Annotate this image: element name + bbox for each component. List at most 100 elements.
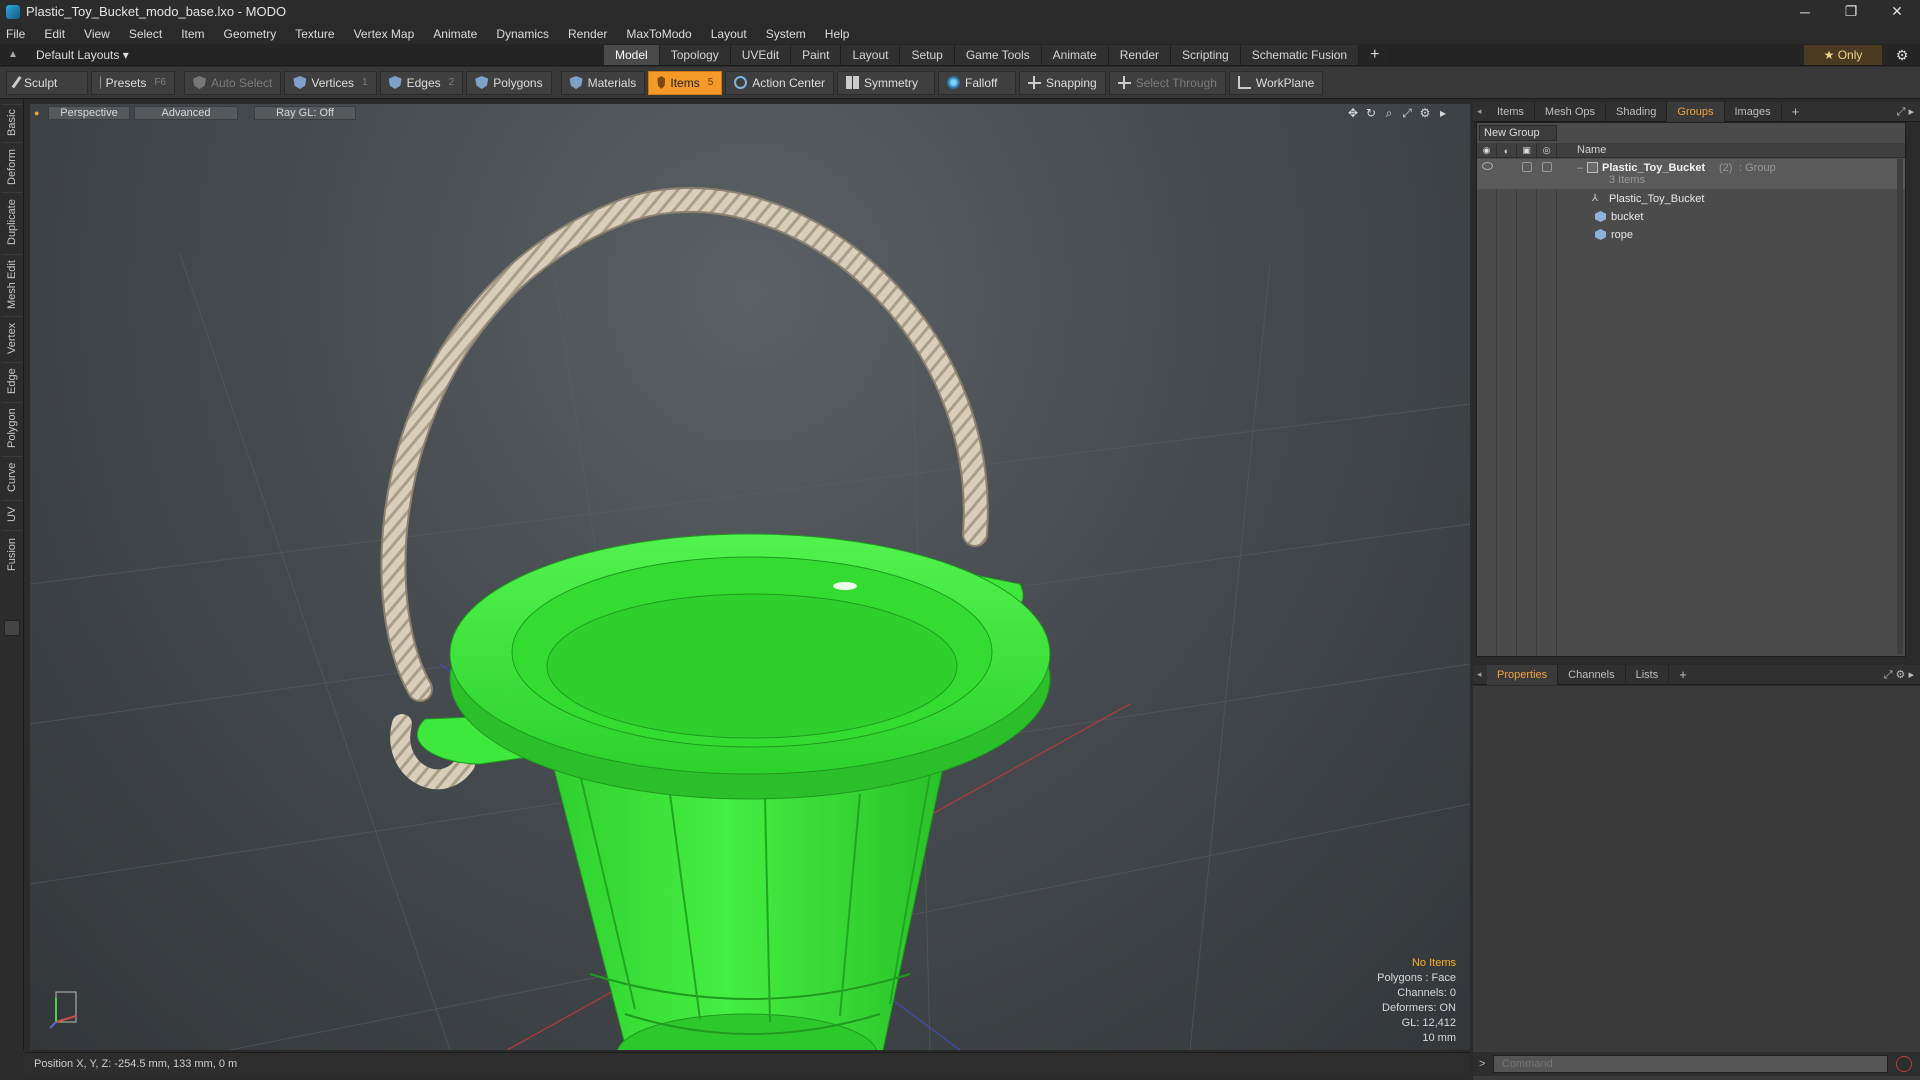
- tree-row-bucket[interactable]: bucket: [1477, 208, 1905, 226]
- side-tab-edge[interactable]: Edge: [2, 362, 22, 400]
- menu-system[interactable]: System: [766, 27, 806, 41]
- falloff-button[interactable]: Falloff: [937, 70, 1016, 95]
- tab-scripting[interactable]: Scripting: [1171, 45, 1241, 65]
- select-column-icon[interactable]: ◎: [1537, 143, 1557, 158]
- tab-schematic-fusion[interactable]: Schematic Fusion: [1240, 45, 1360, 65]
- gear-icon[interactable]: ⚙: [1892, 45, 1912, 65]
- tab-groups[interactable]: Groups: [1667, 101, 1725, 122]
- menu-geometry[interactable]: Geometry: [224, 27, 277, 41]
- tree-row-rope[interactable]: rope: [1477, 226, 1905, 244]
- side-tab-deform[interactable]: Deform: [2, 142, 22, 190]
- viewport-menu-icon[interactable]: ●: [34, 108, 44, 118]
- menu-render[interactable]: Render: [568, 27, 607, 41]
- maximize-button[interactable]: ❐: [1828, 0, 1874, 23]
- tab-items[interactable]: Items: [1487, 101, 1535, 122]
- symmetry-button[interactable]: Symmetry: [836, 70, 935, 95]
- add-panel-tab-button[interactable]: +: [1782, 102, 1810, 122]
- visibility-column-icon[interactable]: ◉: [1477, 143, 1497, 158]
- tab-animate[interactable]: Animate: [1041, 45, 1109, 65]
- tab-mesh-ops[interactable]: Mesh Ops: [1535, 101, 1607, 122]
- tab-properties[interactable]: Properties: [1487, 664, 1559, 685]
- viewport-settings-icon[interactable]: ⚙: [1416, 106, 1434, 121]
- menu-texture[interactable]: Texture: [295, 27, 334, 41]
- select-toggle-icon[interactable]: [1542, 162, 1552, 172]
- menu-dynamics[interactable]: Dynamics: [496, 27, 549, 41]
- panel-expand-icon[interactable]: ⤢ ⚙ ▸: [1884, 668, 1914, 682]
- fit-icon[interactable]: ⤢: [1398, 106, 1416, 121]
- polygons-button[interactable]: Polygons: [466, 70, 552, 95]
- only-toggle-button[interactable]: ★ Only: [1804, 45, 1882, 65]
- close-button[interactable]: ✕: [1874, 0, 1920, 23]
- menu-select[interactable]: Select: [129, 27, 162, 41]
- side-tab-polygon[interactable]: Polygon: [2, 402, 22, 454]
- new-group-button[interactable]: New Group: [1479, 125, 1557, 141]
- panel-menu-icon[interactable]: ◂: [1477, 665, 1487, 685]
- 3d-viewport[interactable]: ● Perspective Advanced Ray GL: Off ✥ ↻ ⌕…: [30, 104, 1470, 1050]
- add-tab-button[interactable]: +: [1359, 45, 1392, 65]
- tree-row-locator[interactable]: ⅄ Plastic_Toy_Bucket: [1477, 190, 1905, 208]
- menu-help[interactable]: Help: [825, 27, 850, 41]
- tab-paint[interactable]: Paint: [791, 45, 842, 65]
- items-button[interactable]: Items 5: [648, 70, 723, 95]
- tab-model[interactable]: Model: [604, 45, 660, 65]
- layout-selector[interactable]: Default Layouts ▾: [36, 48, 129, 62]
- side-tab-fusion[interactable]: Fusion: [2, 530, 22, 578]
- tab-images[interactable]: Images: [1725, 101, 1782, 122]
- collapse-arrow-icon[interactable]: –: [1577, 162, 1583, 174]
- render-column-icon[interactable]: ◐: [1497, 143, 1517, 158]
- command-history-icon[interactable]: [1896, 1056, 1912, 1072]
- eye-icon[interactable]: [1482, 162, 1493, 170]
- menu-edit[interactable]: Edit: [44, 27, 65, 41]
- edges-button[interactable]: Edges 2: [379, 70, 464, 95]
- vertices-button[interactable]: Vertices 1: [284, 70, 377, 95]
- raygl-button[interactable]: Ray GL: Off: [254, 106, 356, 120]
- side-tab-basic[interactable]: Basic: [2, 104, 22, 140]
- menu-view[interactable]: View: [84, 27, 110, 41]
- sculpt-button[interactable]: Sculpt: [6, 70, 88, 95]
- menu-maxtomodo[interactable]: MaxToModo: [626, 27, 691, 41]
- tab-topology[interactable]: Topology: [659, 45, 731, 65]
- snapping-button[interactable]: Snapping: [1018, 70, 1106, 95]
- tree-scrollbar[interactable]: [1897, 159, 1903, 654]
- minimize-button[interactable]: ─: [1782, 0, 1828, 23]
- pan-icon[interactable]: ✥: [1344, 106, 1362, 121]
- shading-mode-button[interactable]: Advanced: [134, 106, 238, 120]
- side-tab-duplicate[interactable]: Duplicate: [2, 192, 22, 252]
- sidebar-toggle-button[interactable]: [4, 620, 20, 636]
- presets-button[interactable]: Presets F6: [91, 70, 175, 95]
- action-center-button[interactable]: Action Center: [725, 70, 834, 95]
- command-input[interactable]: [1493, 1055, 1888, 1073]
- tab-game-tools[interactable]: Game Tools: [954, 45, 1042, 65]
- menu-vertex-map[interactable]: Vertex Map: [354, 27, 415, 41]
- materials-button[interactable]: Materials: [560, 70, 646, 95]
- tab-render[interactable]: Render: [1108, 45, 1172, 65]
- menu-file[interactable]: File: [6, 27, 25, 41]
- menu-animate[interactable]: Animate: [433, 27, 477, 41]
- side-tab-curve[interactable]: Curve: [2, 456, 22, 498]
- workplane-button[interactable]: WorkPlane: [1228, 70, 1324, 95]
- expand-arrow-icon[interactable]: ▸: [1434, 106, 1452, 121]
- lock-toggle-icon[interactable]: [1522, 162, 1532, 172]
- panel-menu-icon[interactable]: ◂: [1477, 102, 1487, 122]
- scene-render[interactable]: [30, 104, 1470, 1050]
- tab-layout[interactable]: Layout: [841, 45, 901, 65]
- view-mode-button[interactable]: Perspective: [48, 106, 130, 120]
- side-tab-uv[interactable]: UV: [2, 500, 22, 528]
- tab-lists[interactable]: Lists: [1626, 664, 1670, 685]
- panel-expand-icon[interactable]: ⤢ ▸: [1897, 105, 1914, 119]
- menu-item[interactable]: Item: [181, 27, 204, 41]
- add-panel-tab-button[interactable]: +: [1669, 665, 1697, 685]
- tree-row-group[interactable]: – Plastic_Toy_Bucket (2) : Group 3 Items: [1477, 159, 1905, 189]
- side-tab-vertex[interactable]: Vertex: [2, 316, 22, 360]
- lock-column-icon[interactable]: ▣: [1517, 143, 1537, 158]
- auto-select-button[interactable]: Auto Select: [184, 70, 282, 95]
- menu-layout[interactable]: Layout: [711, 27, 747, 41]
- select-through-button[interactable]: Select Through: [1108, 70, 1226, 95]
- side-tab-mesh-edit[interactable]: Mesh Edit: [2, 254, 22, 314]
- tab-shading[interactable]: Shading: [1606, 101, 1668, 122]
- zoom-icon[interactable]: ⌕: [1380, 106, 1398, 121]
- rotate-icon[interactable]: ↻: [1362, 106, 1380, 121]
- collapse-icon[interactable]: ▲: [8, 49, 22, 60]
- tab-setup[interactable]: Setup: [900, 45, 955, 65]
- tab-channels[interactable]: Channels: [1558, 664, 1626, 685]
